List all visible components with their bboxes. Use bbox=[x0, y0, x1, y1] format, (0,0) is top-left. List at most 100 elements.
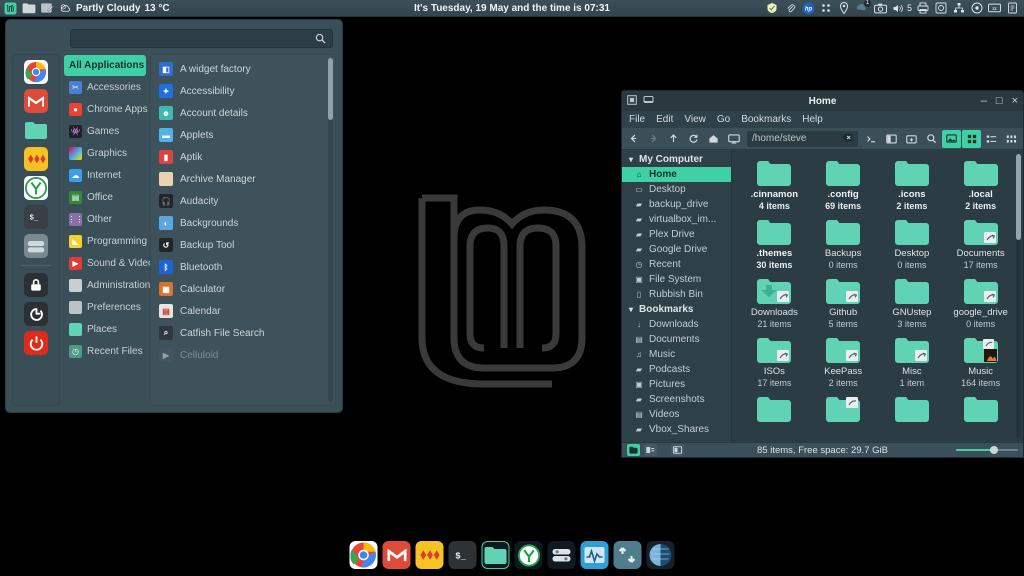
fav-chrome[interactable] bbox=[24, 60, 48, 84]
category-preferences[interactable]: Preferences bbox=[64, 297, 146, 318]
category-programming[interactable]: ◣ Programming bbox=[64, 231, 147, 252]
fav-lock[interactable] bbox=[24, 273, 48, 297]
fav-yandex[interactable] bbox=[24, 176, 48, 200]
applications-column[interactable]: ◧ A widget factory ✦ Accessibility ☻ Acc… bbox=[150, 54, 336, 406]
compact-view-button[interactable] bbox=[1002, 130, 1021, 148]
sidebar-item-desktop[interactable]: ▭ Desktop bbox=[622, 182, 731, 197]
search-button[interactable] bbox=[922, 130, 941, 148]
file-item[interactable]: .cinnamon 4 items bbox=[740, 156, 809, 213]
category-chrome-apps[interactable]: ● Chrome Apps bbox=[64, 99, 148, 120]
file-item[interactable]: KeePass 2 items bbox=[809, 333, 878, 390]
sidebar-item-recent[interactable]: ◷ Recent bbox=[622, 257, 731, 272]
file-item-partial[interactable] bbox=[740, 392, 809, 426]
app-bluetooth[interactable]: ᛒ Bluetooth bbox=[153, 256, 333, 278]
sidebar-item-rubbish-bin[interactable]: ▯ Rubbish Bin bbox=[622, 287, 731, 302]
app-archive-manager[interactable]: Archive Manager bbox=[153, 168, 333, 190]
camera-icon[interactable] bbox=[873, 1, 888, 16]
minimize-button[interactable]: – bbox=[981, 95, 987, 107]
file-item-partial[interactable] bbox=[878, 392, 947, 426]
dock-chrome[interactable] bbox=[349, 541, 378, 569]
dock-yandex[interactable] bbox=[514, 541, 543, 569]
panel-texteditor-launcher[interactable] bbox=[39, 1, 54, 16]
up-button[interactable] bbox=[664, 130, 683, 148]
menu-bookmarks[interactable]: Bookmarks bbox=[741, 114, 791, 125]
app-calendar[interactable]: ▤ Calendar bbox=[153, 300, 333, 322]
hp-printer-icon[interactable]: hp bbox=[801, 1, 816, 16]
fav-gmail[interactable] bbox=[24, 89, 48, 113]
sidebar-item-screenshots[interactable]: ▰ Screenshots bbox=[622, 392, 731, 407]
dock-monitor[interactable] bbox=[580, 541, 609, 569]
menu-go[interactable]: Go bbox=[717, 114, 730, 125]
file-item[interactable]: Music 164 items bbox=[946, 333, 1015, 390]
gear-icon[interactable] bbox=[969, 1, 984, 16]
location-bar[interactable]: /home/steve bbox=[747, 130, 858, 147]
display-sleep-icon[interactable]: zz bbox=[987, 1, 1002, 16]
mint-menu-button[interactable] bbox=[3, 1, 18, 16]
update-shield-icon[interactable]: 1 bbox=[855, 0, 871, 16]
sidebar-item-vbox-shares[interactable]: ▰ Vbox_Shares bbox=[622, 422, 731, 437]
thumbnail-toggle-button[interactable] bbox=[942, 129, 961, 148]
maximize-button[interactable]: □ bbox=[996, 95, 1003, 107]
sidebar-section-my-computer[interactable]: ▾ My Computer bbox=[622, 152, 731, 167]
open-terminal-button[interactable] bbox=[862, 130, 881, 148]
home-button[interactable] bbox=[704, 130, 723, 148]
app-backup-tool[interactable]: ↺ Backup Tool bbox=[153, 234, 333, 256]
fav-terminal[interactable]: $_ bbox=[24, 205, 48, 229]
category-sound-video[interactable]: ▶ Sound & Video bbox=[64, 253, 154, 274]
notes-icon[interactable] bbox=[1005, 1, 1020, 16]
file-item[interactable]: Desktop 0 items bbox=[878, 215, 947, 272]
category-all-applications[interactable]: All Applications bbox=[64, 55, 146, 76]
split-view-button[interactable] bbox=[882, 130, 901, 148]
sidebar-item-google-drive[interactable]: ▰ Google Drive bbox=[622, 242, 731, 257]
category-recent-files[interactable]: ◷ Recent Files bbox=[64, 341, 146, 362]
menu-view[interactable]: View bbox=[684, 114, 706, 125]
sidebar-item-plex-drive[interactable]: ▰ Plex Drive bbox=[622, 227, 731, 242]
file-item-partial[interactable] bbox=[809, 392, 878, 426]
app-accessibility[interactable]: ✦ Accessibility bbox=[153, 80, 333, 102]
category-administration[interactable]: Administration bbox=[64, 275, 150, 296]
dock-software[interactable] bbox=[547, 541, 576, 569]
file-item[interactable]: google_drive 0 items bbox=[946, 274, 1015, 331]
dock-network[interactable] bbox=[613, 541, 642, 569]
list-view-button[interactable] bbox=[982, 130, 1001, 148]
menu-help[interactable]: Help bbox=[802, 114, 823, 125]
file-item[interactable]: Documents 17 items bbox=[946, 215, 1015, 272]
fav-files[interactable] bbox=[24, 118, 48, 142]
weather-applet[interactable]: Partly Cloudy 13 °C bbox=[59, 3, 170, 14]
tree-view-toggle[interactable] bbox=[644, 444, 657, 456]
shade-window-icon[interactable] bbox=[643, 95, 654, 107]
location-pin-icon[interactable] bbox=[837, 1, 852, 16]
file-item[interactable]: Downloads 21 items bbox=[740, 274, 809, 331]
fav-shutdown[interactable] bbox=[24, 331, 48, 355]
app-audacity[interactable]: 🎧 Audacity bbox=[153, 190, 333, 212]
app-applets[interactable]: ▬ Applets bbox=[153, 124, 333, 146]
app-aptik[interactable]: ▮ Aptik bbox=[153, 146, 333, 168]
file-item-partial[interactable] bbox=[946, 392, 1015, 426]
menu-file[interactable]: File bbox=[629, 114, 645, 125]
dock-cards[interactable] bbox=[415, 541, 444, 569]
category-graphics[interactable]: Graphics bbox=[64, 143, 146, 164]
app-celluloid[interactable]: ▶ Celluloid bbox=[153, 344, 333, 366]
search-input[interactable] bbox=[70, 29, 333, 48]
sidebar-item-documents[interactable]: ▤ Documents bbox=[622, 332, 731, 347]
chevron-down-icon[interactable]: ▾ bbox=[626, 305, 636, 315]
sidebar-item-file-system[interactable]: ▣ File System bbox=[622, 272, 731, 287]
file-view[interactable]: .cinnamon 4 items .config 69 items .icon… bbox=[732, 150, 1023, 442]
app-calculator[interactable]: ▦ Calculator bbox=[153, 278, 333, 300]
sidebar-item-pictures[interactable]: ▣ Pictures bbox=[622, 377, 731, 392]
shield-icon[interactable] bbox=[765, 1, 780, 16]
file-item[interactable]: .themes 30 items bbox=[740, 215, 809, 272]
dock-files[interactable] bbox=[481, 541, 510, 569]
file-item[interactable]: Backups 0 items bbox=[809, 215, 878, 272]
sidebar-section-bookmarks[interactable]: ▾ Bookmarks bbox=[622, 302, 731, 317]
dock-blue-app[interactable] bbox=[646, 541, 675, 569]
back-button[interactable] bbox=[624, 130, 643, 148]
app-catfish-file-search[interactable]: ⌕ Catfish File Search bbox=[153, 322, 333, 344]
network-icon[interactable] bbox=[951, 1, 966, 16]
fav-software[interactable] bbox=[24, 234, 48, 258]
extra-pane-toggle[interactable] bbox=[671, 444, 684, 456]
file-item[interactable]: Github 5 items bbox=[809, 274, 878, 331]
icon-view-button[interactable] bbox=[962, 129, 981, 148]
menu-edit[interactable]: Edit bbox=[656, 114, 673, 125]
clear-location-icon[interactable] bbox=[842, 133, 853, 145]
